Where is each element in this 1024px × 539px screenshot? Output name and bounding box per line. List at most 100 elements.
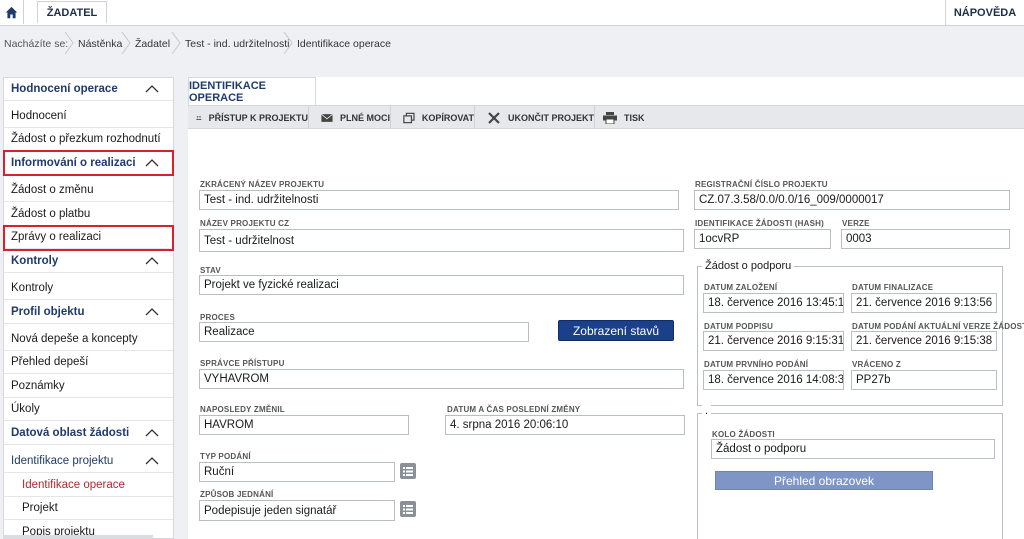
chevron-up-icon — [145, 257, 159, 265]
breadcrumb-label: Nacházíte se: — [4, 38, 69, 50]
registracni-cislo-field[interactable]: CZ.07.3.58/0.0/0.0/16_009/0000017 — [694, 190, 1010, 210]
spravce-label: SPRÁVCE PŘÍSTUPU — [200, 359, 285, 368]
zkraceny-nazev-label: ZKRÁCENÝ NÁZEV PROJEKTU — [200, 180, 325, 189]
chevron-up-icon — [145, 308, 159, 316]
breadcrumb-separator-icon — [64, 31, 74, 55]
people-icon — [196, 115, 202, 120]
sidebar-item-label: Hodnocení operace — [11, 83, 118, 95]
breadcrumb-item-zadatel[interactable]: Žadatel — [135, 38, 170, 50]
sidebar-item-zadost-o-platbu[interactable]: Žádost o platbu — [4, 203, 173, 226]
chevron-up-icon — [145, 85, 159, 93]
zobrazeni-stavu-button[interactable]: Zobrazení stavů — [558, 320, 674, 341]
naposledy-label: NAPOSLEDY ZMĚNIL — [200, 405, 285, 414]
breadcrumb: Nacházíte se: Nástěnka Žadatel Test - in… — [0, 31, 1024, 56]
kolo-zadosti-legend: . — [702, 405, 712, 417]
datum-prvniho-podani-field[interactable]: 18. července 2016 14:08:35 — [703, 370, 844, 390]
datum-podpisu-field[interactable]: 21. července 2016 9:15:31 — [703, 331, 844, 351]
stav-label: STAV — [200, 266, 221, 275]
zadost-o-podporu-legend: Žádost o podporu — [702, 260, 795, 272]
sidebar-item-zadost-o-zmenu[interactable]: Žádost o změnu — [4, 179, 173, 202]
sidebar-item-identifikace-operace[interactable]: Identifikace operace — [4, 474, 173, 497]
sidebar-head-identifikace-projektu[interactable]: Identifikace projektu — [4, 450, 173, 473]
kolo-zadosti-field[interactable]: Žádost o podporu — [711, 439, 995, 459]
breadcrumb-separator-icon — [171, 31, 181, 55]
prehled-obrazovek-button[interactable]: Přehled obrazovek — [715, 471, 933, 490]
list-icon — [403, 466, 413, 476]
list-icon — [403, 504, 413, 514]
zadatel-button[interactable]: ŽADATEL — [37, 1, 107, 23]
breadcrumb-item-nastenka[interactable]: Nástěnka — [78, 38, 122, 50]
zpusob-jednani-list-button[interactable] — [400, 501, 416, 517]
print-icon — [603, 111, 617, 124]
sidebar-head-hodnoceni-operace[interactable]: Hodnocení operace — [4, 78, 173, 101]
home-button[interactable] — [0, 0, 24, 24]
sidebar-item-label: Datová oblast žádosti — [11, 427, 130, 439]
breadcrumb-item-current: Identifikace operace — [297, 38, 391, 50]
breadcrumb-separator-icon — [121, 31, 131, 55]
envelope-icon — [321, 113, 333, 122]
highlight-box — [3, 150, 174, 176]
hash-label: IDENTIFIKACE ŽÁDOSTI (HASH) — [695, 219, 824, 228]
breadcrumb-item-project[interactable]: Test - ind. udržitelnosti — [185, 38, 289, 50]
toolbar-label: UKONČIT PROJEKT — [507, 112, 594, 123]
datum-zalozeni-field[interactable]: 18. července 2016 13:45:16 — [703, 293, 844, 313]
sidebar-item-label: Identifikace projektu — [11, 455, 114, 467]
breadcrumb-separator-icon — [283, 31, 293, 55]
datum-zmeny-field[interactable]: 4. srpna 2016 20:06:10 — [445, 415, 685, 435]
sidebar-scrollbar[interactable] — [3, 535, 153, 539]
datum-zalozeni-label: DATUM ZALOŽENÍ — [704, 283, 778, 292]
tisk-button[interactable]: TISK — [595, 106, 655, 129]
spravce-field[interactable]: VYHAVROM — [199, 369, 684, 389]
datum-finalizace-label: DATUM FINALIZACE — [852, 283, 934, 292]
sidebar: Hodnocení operace Hodnocení Žádost o pře… — [3, 77, 174, 539]
plne-moci-button[interactable]: PLNÉ MOCI — [309, 106, 391, 129]
toolbar: PŘÍSTUP K PROJEKTU PLNÉ MOCI KOPÍROVAT U… — [188, 105, 1024, 129]
close-icon — [488, 111, 500, 124]
vraceno-z-field[interactable]: PP27b — [851, 370, 997, 390]
typ-podani-field[interactable]: Ruční — [199, 462, 395, 482]
hash-field[interactable]: 1ocvRP — [694, 229, 831, 249]
toolbar-label: TISK — [624, 112, 645, 123]
toolbar-label: PŘÍSTUP K PROJEKTU — [208, 112, 308, 123]
nazev-cz-field[interactable]: Test - udržitelnost — [199, 229, 684, 252]
typ-podani-label: TYP PODÁNÍ — [200, 452, 251, 461]
nazev-cz-label: NÁZEV PROJEKTU CZ — [200, 219, 290, 228]
naposledy-field[interactable]: HAVROM — [199, 415, 409, 435]
sidebar-item-poznamky[interactable]: Poznámky — [4, 375, 173, 398]
verze-field[interactable]: 0003 — [841, 229, 1010, 249]
sidebar-item-ukoly[interactable]: Úkoly — [4, 398, 173, 421]
chevron-up-icon — [145, 457, 159, 465]
datum-zmeny-label: DATUM A ČAS POSLEDNÍ ZMĚNY — [447, 405, 581, 414]
tab-identifikace-operace[interactable]: IDENTIFIKACE OPERACE — [188, 77, 316, 105]
sidebar-item-hodnoceni[interactable]: Hodnocení — [4, 105, 173, 128]
kopirovat-button[interactable]: KOPÍROVAT — [391, 106, 475, 129]
toolbar-label: KOPÍROVAT — [421, 112, 474, 123]
ukoncit-projekt-button[interactable]: UKONČIT PROJEKT — [475, 106, 595, 129]
sidebar-head-profil-objektu[interactable]: Profil objektu — [4, 301, 173, 324]
sidebar-head-kontroly[interactable]: Kontroly — [4, 250, 173, 273]
verze-label: VERZE — [842, 219, 870, 228]
help-button[interactable]: NÁPOVĚDA — [945, 0, 1024, 25]
proces-field[interactable]: Realizace — [199, 322, 529, 342]
zpusob-jednani-field[interactable]: Podepisuje jeden signatář — [199, 500, 395, 521]
sidebar-item-kontroly[interactable]: Kontroly — [4, 277, 173, 300]
sidebar-item-projekt[interactable]: Projekt — [4, 497, 173, 520]
sidebar-item-prehled-depesi[interactable]: Přehled depeší — [4, 351, 173, 374]
sidebar-item-label: Kontroly — [11, 255, 59, 267]
sidebar-item-zadost-o-prezkum[interactable]: Žádost o přezkum rozhodnutí — [4, 128, 173, 151]
zpusob-jednani-label: ZPŮSOB JEDNÁNÍ — [200, 490, 274, 499]
datum-finalizace-field[interactable]: 21. července 2016 9:13:56 — [851, 293, 997, 313]
typ-podani-list-button[interactable] — [400, 463, 416, 479]
copy-icon — [403, 112, 415, 123]
sidebar-item-nova-depese[interactable]: Nová depeše a koncepty — [4, 328, 173, 351]
stav-field[interactable]: Projekt ve fyzické realizaci — [199, 275, 684, 295]
zkraceny-nazev-field[interactable]: Test - ind. udržitelnosti — [199, 190, 679, 210]
datum-podani-aktualni-field[interactable]: 21. července 2016 9:15:38 — [851, 331, 997, 351]
registracni-cislo-label: REGISTRAČNÍ ČÍSLO PROJEKTU — [695, 180, 828, 189]
datum-podpisu-label: DATUM PODPISU — [704, 322, 774, 331]
top-bar: ŽADATEL NÁPOVĚDA — [0, 0, 1024, 26]
sidebar-item-label: Profil objektu — [11, 306, 85, 318]
pristup-k-projektu-button[interactable]: PŘÍSTUP K PROJEKTU — [188, 106, 309, 129]
sidebar-head-datova-oblast[interactable]: Datová oblast žádosti — [4, 422, 173, 445]
highlight-box — [3, 225, 174, 251]
